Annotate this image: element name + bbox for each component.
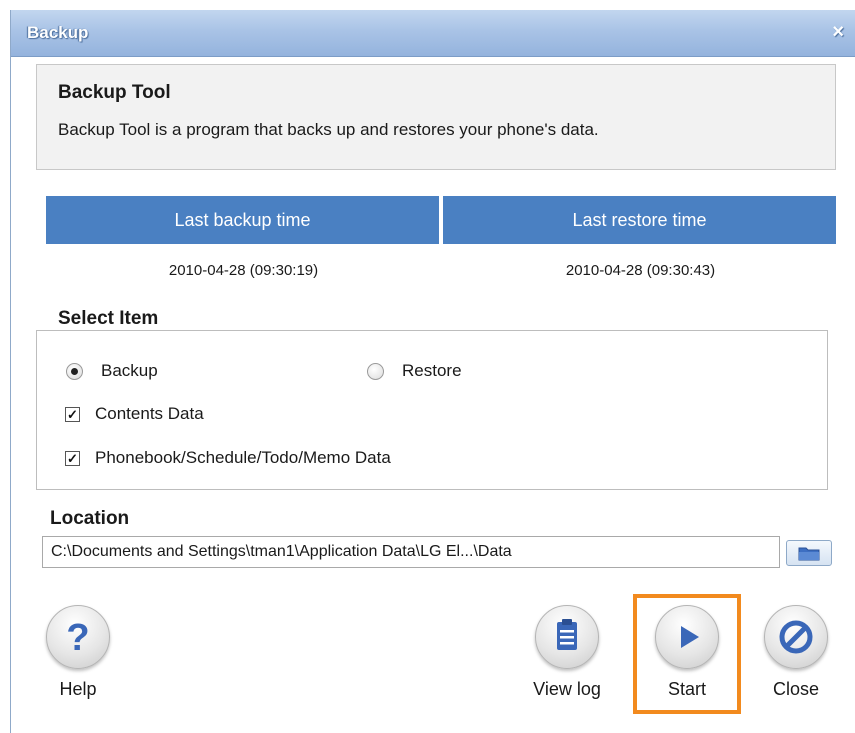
- restore-radio[interactable]: [367, 363, 384, 380]
- last-backup-header: Last backup time: [46, 196, 439, 244]
- phonebook-data-label[interactable]: Phonebook/Schedule/Todo/Memo Data: [95, 448, 391, 468]
- help-label[interactable]: Help: [28, 679, 128, 700]
- backup-radio[interactable]: [66, 363, 83, 380]
- question-icon: ?: [66, 617, 89, 659]
- start-label[interactable]: Start: [637, 679, 737, 700]
- location-label: Location: [50, 508, 130, 529]
- window-title: Backup: [27, 23, 89, 42]
- select-item-legend: Select Item: [52, 308, 165, 330]
- help-button[interactable]: ?: [46, 605, 110, 669]
- svg-text:?: ?: [66, 617, 89, 659]
- phonebook-data-checkbox[interactable]: ✓: [65, 451, 80, 466]
- close-button[interactable]: [764, 605, 828, 669]
- close-label[interactable]: Close: [746, 679, 846, 700]
- last-backup-value: 2010-04-28 (09:30:19): [168, 262, 319, 279]
- close-icon[interactable]: ×: [832, 21, 844, 44]
- browse-button[interactable]: [786, 540, 832, 566]
- last-restore-value: 2010-04-28 (09:30:43): [565, 262, 716, 279]
- title-bar[interactable]: Backup ×: [11, 10, 855, 57]
- location-field[interactable]: [42, 536, 780, 568]
- contents-data-checkbox[interactable]: ✓: [65, 407, 80, 422]
- info-title: Backup Tool: [58, 82, 171, 103]
- info-description: Backup Tool is a program that backs up a…: [58, 120, 599, 139]
- view-log-button[interactable]: [535, 605, 599, 669]
- last-restore-header: Last restore time: [443, 196, 836, 244]
- contents-data-label[interactable]: Contents Data: [95, 404, 204, 424]
- folder-icon: [798, 547, 820, 561]
- restore-radio-label[interactable]: Restore: [402, 361, 462, 381]
- info-panel: Backup Tool Backup Tool is a program tha…: [36, 64, 836, 170]
- clipboard-icon: [557, 619, 577, 650]
- no-entry-icon: [779, 620, 813, 654]
- start-button[interactable]: [655, 605, 719, 669]
- view-log-label[interactable]: View log: [517, 679, 617, 700]
- play-icon: [681, 626, 699, 648]
- backup-radio-label[interactable]: Backup: [101, 361, 158, 381]
